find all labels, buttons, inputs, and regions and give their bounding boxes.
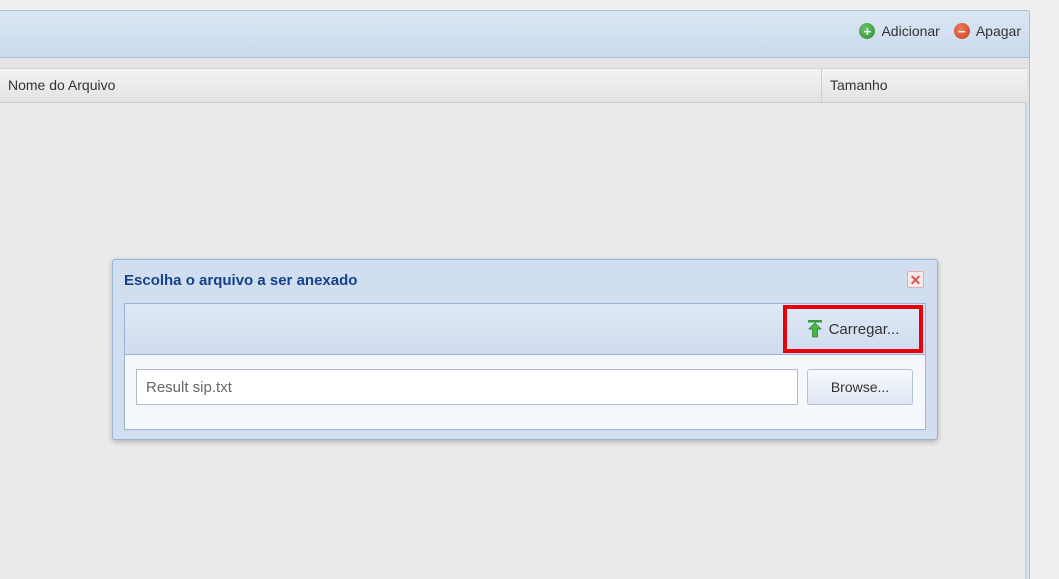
page: + Adicionar − Apagar Nome do Arquivo Tam… xyxy=(0,0,1059,579)
toolbar-buttons: + Adicionar − Apagar xyxy=(859,23,1021,39)
upload-arrow-icon xyxy=(807,320,822,338)
dialog-toolbar: Carregar... xyxy=(125,304,925,355)
delete-button-label: Apagar xyxy=(975,23,1021,39)
dialog-title: Escolha o arquivo a ser anexado xyxy=(124,272,358,289)
browse-button[interactable]: Browse... xyxy=(807,369,913,405)
upload-dialog: Escolha o arquivo a ser anexado ✕ Carreg… xyxy=(112,259,938,440)
panel-toolbar: + Adicionar − Apagar xyxy=(0,11,1029,58)
upload-button-label: Carregar... xyxy=(828,320,900,338)
dialog-form: Browse... xyxy=(125,355,925,429)
upload-button[interactable]: Carregar... xyxy=(783,305,923,353)
close-icon[interactable]: ✕ xyxy=(907,271,924,288)
minus-circle-icon: − xyxy=(953,23,970,39)
add-button-label: Adicionar xyxy=(881,23,940,39)
grid-header: Nome do Arquivo Tamanho xyxy=(0,68,1027,103)
column-header-file-name[interactable]: Nome do Arquivo xyxy=(8,69,115,102)
column-header-size[interactable]: Tamanho xyxy=(821,69,1025,102)
delete-button[interactable]: − Apagar xyxy=(953,23,1021,39)
file-path-input[interactable] xyxy=(136,369,798,405)
dialog-content: Carregar... Browse... xyxy=(124,303,926,430)
plus-circle-icon: + xyxy=(859,23,876,39)
add-button[interactable]: + Adicionar xyxy=(859,23,940,39)
